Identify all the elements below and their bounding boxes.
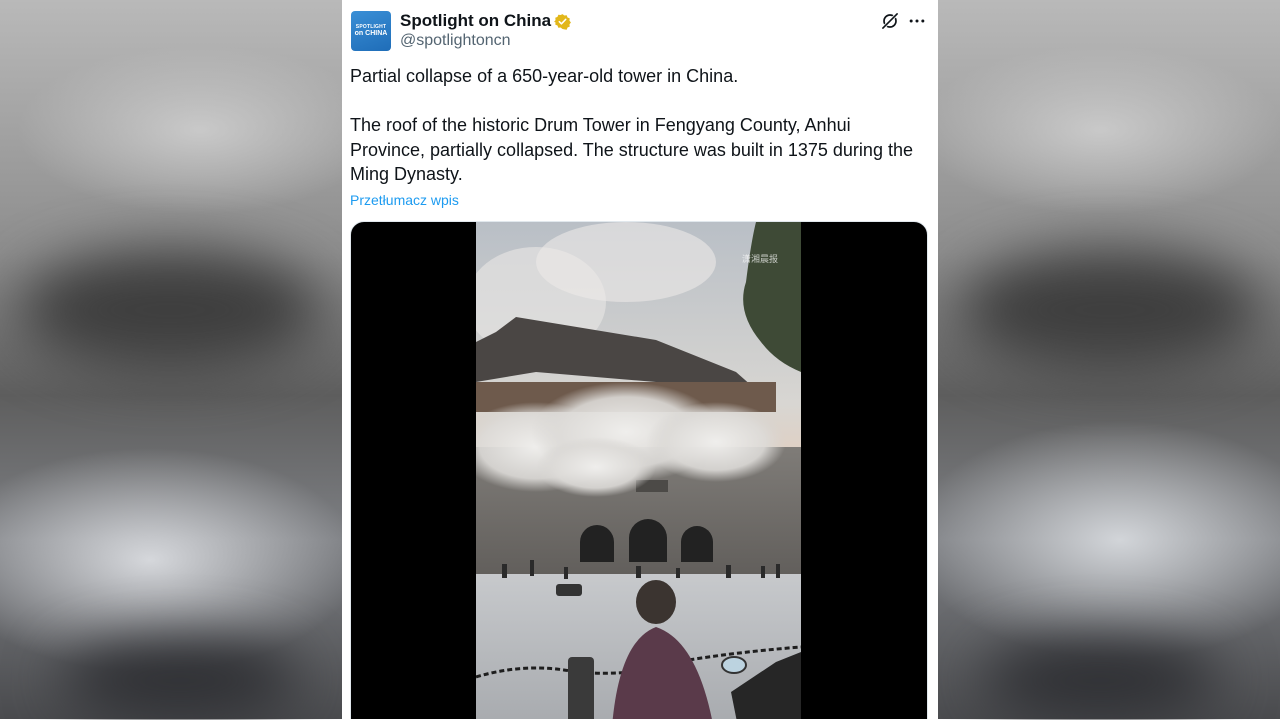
background-shadow-bottom-left [60, 640, 300, 720]
author-display-name[interactable]: Spotlight on China [400, 11, 551, 31]
author-name-row[interactable]: Spotlight on China [400, 11, 572, 31]
video-player[interactable]: 潇湘晨报 [350, 221, 928, 719]
tweet-text-line-1: Partial collapse of a 650-year-old tower… [350, 66, 739, 86]
tweet-card[interactable]: SPOTLIGHT on CHINA Spotlight on China @s… [342, 0, 938, 719]
tweet-text: Partial collapse of a 650-year-old tower… [350, 64, 928, 187]
background-shadow-right [960, 250, 1260, 370]
author-handle[interactable]: @spotlightoncn [400, 32, 511, 50]
background-shadow-bottom-right [980, 640, 1220, 720]
avatar-text-bottom: on CHINA [354, 29, 388, 37]
translate-post-link[interactable]: Przetłumacz wpis [350, 192, 459, 208]
tweet-text-spacer [350, 89, 928, 114]
video-frame: 潇湘晨报 [476, 222, 801, 719]
video-watermark: 潇湘晨报 [742, 253, 778, 265]
background-shadow-left [20, 250, 320, 370]
avatar[interactable]: SPOTLIGHT on CHINA [351, 11, 391, 51]
verified-badge-icon[interactable] [554, 13, 572, 30]
tweet-text-line-2: The roof of the historic Drum Tower in F… [350, 115, 913, 184]
more-dots-icon[interactable] [907, 11, 927, 31]
grok-icon[interactable] [880, 11, 900, 31]
